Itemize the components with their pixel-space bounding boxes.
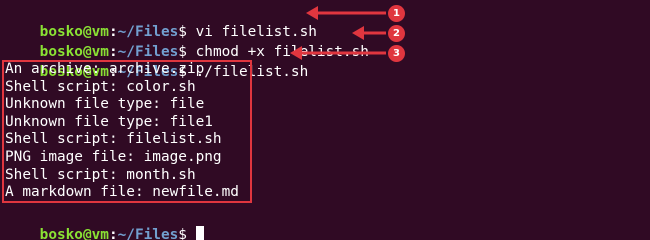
output-line: A markdown file: newfile.md — [5, 184, 239, 201]
arrow-left-icon — [290, 44, 386, 62]
step-badge: 1 — [388, 5, 405, 22]
command-line-prompt[interactable]: bosko@vm:~/Files$ — [5, 205, 204, 240]
terminal-window[interactable]: bosko@vm:~/Files$ vi filelist.sh bosko@v… — [0, 0, 650, 240]
prompt-dollar: $ — [178, 227, 187, 240]
text-cursor — [195, 226, 204, 240]
prompt-user: bosko@vm — [39, 227, 109, 240]
command-line-1: bosko@vm:~/Files$ vi filelist.sh — [5, 2, 317, 40]
command-line-3: bosko@vm:~/Files$ ./filelist.sh — [5, 42, 309, 80]
output-highlight-box — [2, 60, 252, 203]
arrow-left-icon — [306, 4, 386, 22]
step-badge: 2 — [388, 25, 405, 42]
arrow-left-icon — [352, 24, 386, 42]
prompt-path: ~/Files — [117, 227, 179, 240]
step-badge: 3 — [388, 45, 405, 62]
prompt-colon: : — [108, 227, 118, 240]
command-line-2: bosko@vm:~/Files$ chmod +x filelist.sh — [5, 22, 369, 60]
